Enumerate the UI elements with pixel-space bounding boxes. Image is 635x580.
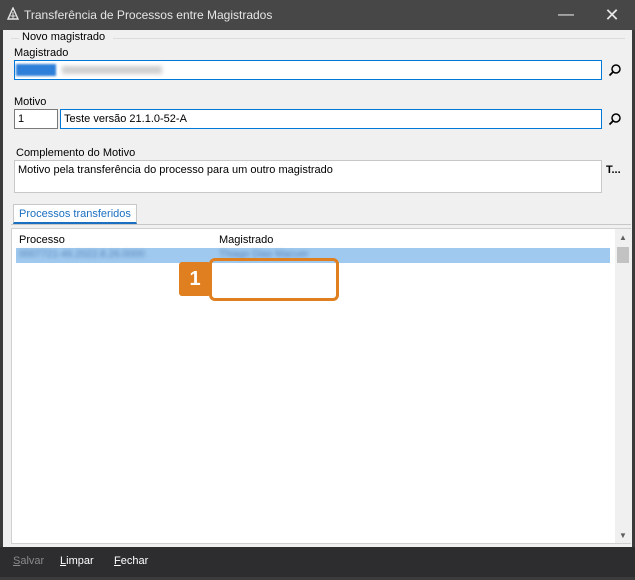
tab-underline xyxy=(11,224,631,225)
scroll-thumb[interactable] xyxy=(617,247,629,263)
title-bar: Transferência de Processos entre Magistr… xyxy=(0,0,635,30)
magistrado-blurred-text xyxy=(62,66,162,75)
close-button[interactable]: ✕ xyxy=(589,0,635,30)
limpar-button[interactable]: Limpar xyxy=(60,555,94,567)
callout-highlight xyxy=(209,258,339,301)
magistrado-field[interactable] xyxy=(14,60,602,80)
motivo-description-field[interactable]: Teste versão 21.1.0-52-A xyxy=(60,109,602,129)
column-header-magistrado[interactable]: Magistrado xyxy=(219,234,273,246)
bottom-toolbar: Salvar Limpar Fechar xyxy=(0,547,635,577)
group-novo-magistrado-label: Novo magistrado xyxy=(21,31,107,43)
motivo-label: Motivo xyxy=(14,96,47,108)
magistrado-search-icon[interactable] xyxy=(606,61,624,79)
scroll-up-icon[interactable]: ▲ xyxy=(615,229,631,245)
group-divider xyxy=(11,38,19,39)
vertical-scrollbar[interactable]: ▲ ▼ xyxy=(615,229,631,543)
cell-processo: 0007721-46.2022.8.26.0000 xyxy=(19,249,145,260)
dialog-body: Novo magistrado Magistrado Motivo 1 Test… xyxy=(0,30,635,580)
complemento-label: Complemento do Motivo xyxy=(16,147,136,159)
column-header-processo[interactable]: Processo xyxy=(19,234,65,246)
fechar-button[interactable]: Fechar xyxy=(114,555,148,567)
motivo-code-field[interactable]: 1 xyxy=(14,109,58,129)
group-divider xyxy=(113,38,625,39)
motivo-search-icon[interactable] xyxy=(606,110,624,128)
complemento-text-button[interactable]: T... xyxy=(606,164,621,176)
window-title: Transferência de Processos entre Magistr… xyxy=(24,8,273,22)
magistrado-selected-text xyxy=(16,64,56,77)
complemento-field[interactable]: Motivo pela transferência do processo pa… xyxy=(14,160,602,193)
scales-icon xyxy=(6,6,20,21)
callout-badge: 1 xyxy=(179,262,211,296)
salvar-button[interactable]: Salvar xyxy=(13,555,44,567)
scroll-down-icon[interactable]: ▼ xyxy=(615,527,631,543)
tab-processos-transferidos[interactable]: Processos transferidos xyxy=(13,204,137,224)
minimize-button[interactable]: — xyxy=(543,0,589,30)
magistrado-label: Magistrado xyxy=(14,47,69,59)
